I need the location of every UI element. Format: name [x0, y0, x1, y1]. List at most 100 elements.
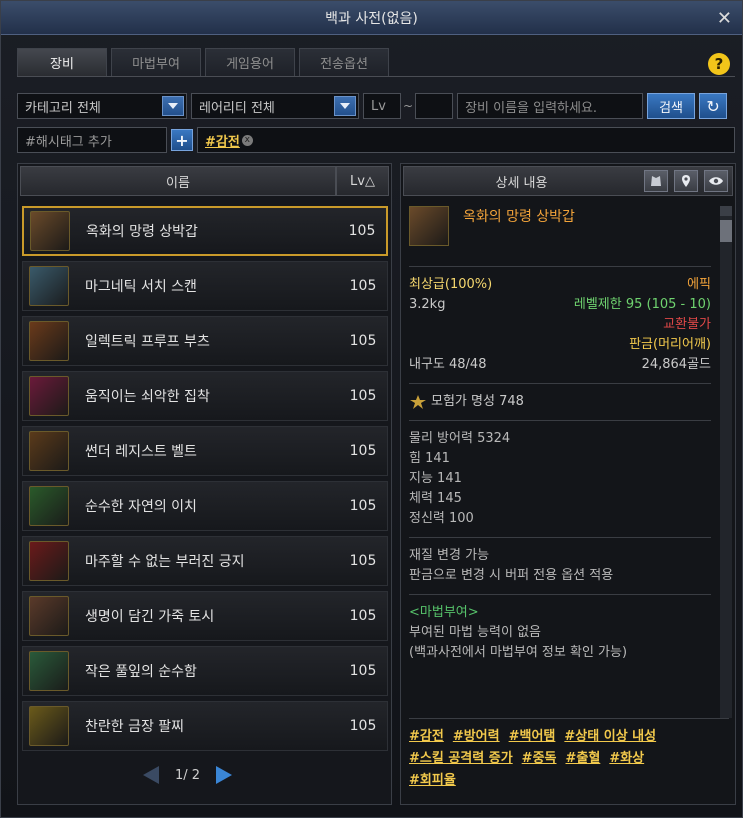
close-icon[interactable]: ✕: [717, 8, 732, 29]
refresh-icon[interactable]: ↻: [699, 93, 728, 119]
level-label: Lv: [371, 98, 386, 114]
stat-vitality: 체력 145: [409, 491, 462, 506]
list-item[interactable]: 움직이는 쇠악한 집착 105: [22, 371, 388, 421]
fame-label: 모험가 명성 748: [431, 394, 524, 409]
item-name: 썬더 레지스트 벨트: [85, 444, 197, 460]
divider: [409, 537, 711, 538]
item-name-search-input[interactable]: 장비 이름을 입력하세요.: [457, 93, 644, 119]
tab-game-terms[interactable]: 게임용어: [205, 48, 295, 76]
remove-hashtag-icon[interactable]: x: [241, 134, 253, 146]
note-line: 재질 변경 가능: [409, 548, 490, 563]
rarity-value: 레어리티 전체: [199, 100, 275, 116]
level-range-separator: ~: [403, 99, 414, 113]
tab-equipment[interactable]: 장비: [17, 48, 107, 76]
list-item[interactable]: 옥화의 망령 상박갑 105: [22, 206, 388, 256]
hashtag-link[interactable]: #백어탬: [509, 729, 556, 744]
list-item[interactable]: 썬더 레지스트 벨트 105: [22, 426, 388, 476]
stat-strength: 힘 141: [409, 451, 450, 466]
item-name: 일렉트릭 프루프 부츠: [85, 334, 210, 350]
stat-intelligence: 지능 141: [409, 471, 462, 486]
grade-label: 최상급(100%): [409, 277, 493, 292]
list-item[interactable]: 생명이 담긴 가죽 토시 105: [22, 591, 388, 641]
item-level: 105: [349, 388, 377, 404]
tab-transfer-options[interactable]: 전송옵션: [299, 48, 389, 76]
active-hashtags-field: #감전 x: [197, 127, 735, 153]
window-title: 백과 사전(없음): [325, 10, 418, 27]
page-indicator: 1/ 2: [175, 767, 201, 783]
hashtag-bar: #해시태그 추가 + #감전 x: [17, 127, 735, 153]
filter-bar: 카테고리 전체 레어리티 전체 Lv ~ 장비 이름을 입력하세요. 검색 ↻: [17, 93, 728, 119]
scroll-thumb[interactable]: [720, 220, 732, 242]
hashtag-placeholder: #해시태그 추가: [25, 134, 112, 150]
detail-panel: 상세 내용 옥화의 망령 상박갑 최상급(100%) 에픽 3.2kg 레벨제한…: [400, 163, 736, 805]
item-level: 105: [349, 443, 377, 459]
item-level: 105: [348, 223, 376, 239]
location-pin-icon[interactable]: [674, 170, 698, 192]
hashtag-link[interactable]: #회피율: [409, 773, 456, 788]
bracer-icon: [30, 211, 70, 251]
claw-icon: [29, 376, 69, 416]
tab-bar: 장비 마법부여 게임용어 전송옵션: [17, 48, 389, 76]
eye-icon[interactable]: [704, 170, 728, 192]
enchant-line: 부여된 마법 능력이 없음: [409, 625, 541, 640]
list-item[interactable]: 찬란한 금장 팔찌 105: [22, 701, 388, 751]
leaf-icon: [29, 651, 69, 691]
item-name: 찬란한 금장 팔찌: [85, 719, 185, 735]
title-bar[interactable]: 백과 사전(없음) ✕: [1, 1, 742, 35]
detail-header-title: 상세 내용: [495, 175, 548, 191]
prev-page-icon[interactable]: [143, 766, 159, 784]
list-item[interactable]: 순수한 자연의 이치 105: [22, 481, 388, 531]
avatar-preview-icon[interactable]: [644, 170, 668, 192]
list-item[interactable]: 작은 풀잎의 순수함 105: [22, 646, 388, 696]
add-hashtag-button[interactable]: +: [171, 129, 193, 151]
chevron-down-icon[interactable]: [162, 96, 184, 116]
list-item[interactable]: 일렉트릭 프루프 부츠 105: [22, 316, 388, 366]
trade-status-label: 교환불가: [663, 317, 711, 332]
stat-spirit: 정신력 100: [409, 511, 474, 526]
level-max-input[interactable]: [415, 93, 454, 119]
hashtag-link[interactable]: #상태 이상 내성: [564, 729, 656, 744]
divider: [409, 420, 711, 421]
gauntlet-icon: [29, 541, 69, 581]
item-level: 105: [349, 278, 377, 294]
item-level: 105: [349, 553, 377, 569]
chevron-down-icon[interactable]: [334, 96, 356, 116]
item-level: 105: [349, 333, 377, 349]
hashtag-link[interactable]: #출혈: [566, 751, 601, 766]
hashtag-link[interactable]: #감전: [409, 729, 444, 744]
help-icon[interactable]: ?: [708, 53, 730, 75]
divider: [409, 383, 711, 384]
weight-label: 3.2kg: [409, 297, 446, 312]
column-name-header[interactable]: 이름: [20, 166, 336, 196]
item-name: 움직이는 쇠악한 집착: [85, 389, 210, 405]
item-level: 105: [349, 663, 377, 679]
hashtag-link[interactable]: #화상: [609, 751, 644, 766]
level-min-input[interactable]: Lv: [363, 93, 401, 119]
hashtag-input[interactable]: #해시태그 추가: [17, 127, 167, 153]
search-button[interactable]: 검색: [647, 93, 696, 119]
detail-scrollbar[interactable]: [720, 206, 732, 718]
tab-enchant[interactable]: 마법부여: [111, 48, 201, 76]
list-item[interactable]: 마주할 수 없는 부러진 긍지 105: [22, 536, 388, 586]
hashtag-link[interactable]: #중독: [522, 751, 557, 766]
belt-icon: [29, 431, 69, 471]
sleeve-icon: [29, 596, 69, 636]
item-name: 생명이 담긴 가죽 토시: [85, 609, 215, 625]
next-page-icon[interactable]: [216, 766, 233, 784]
scanner-icon: [29, 266, 69, 306]
active-hashtag[interactable]: #감전: [205, 131, 240, 150]
hashtag-link[interactable]: #방어력: [453, 729, 500, 744]
price-label: 24,864골드: [641, 357, 711, 372]
item-level: 105: [349, 498, 377, 514]
divider: [409, 718, 729, 719]
boots-icon: [29, 321, 69, 361]
rarity-select[interactable]: 레어리티 전체: [191, 93, 359, 119]
scroll-up-icon[interactable]: [720, 206, 732, 216]
column-level-header[interactable]: Lv△: [336, 166, 389, 196]
divider: [409, 594, 711, 595]
category-select[interactable]: 카테고리 전체: [17, 93, 187, 119]
detail-header: 상세 내용: [403, 166, 733, 196]
hashtag-link[interactable]: #스킬 공격력 증가: [409, 751, 513, 766]
list-item[interactable]: 마그네틱 서치 스캔 105: [22, 261, 388, 311]
pagination: 1/ 2: [143, 766, 233, 784]
